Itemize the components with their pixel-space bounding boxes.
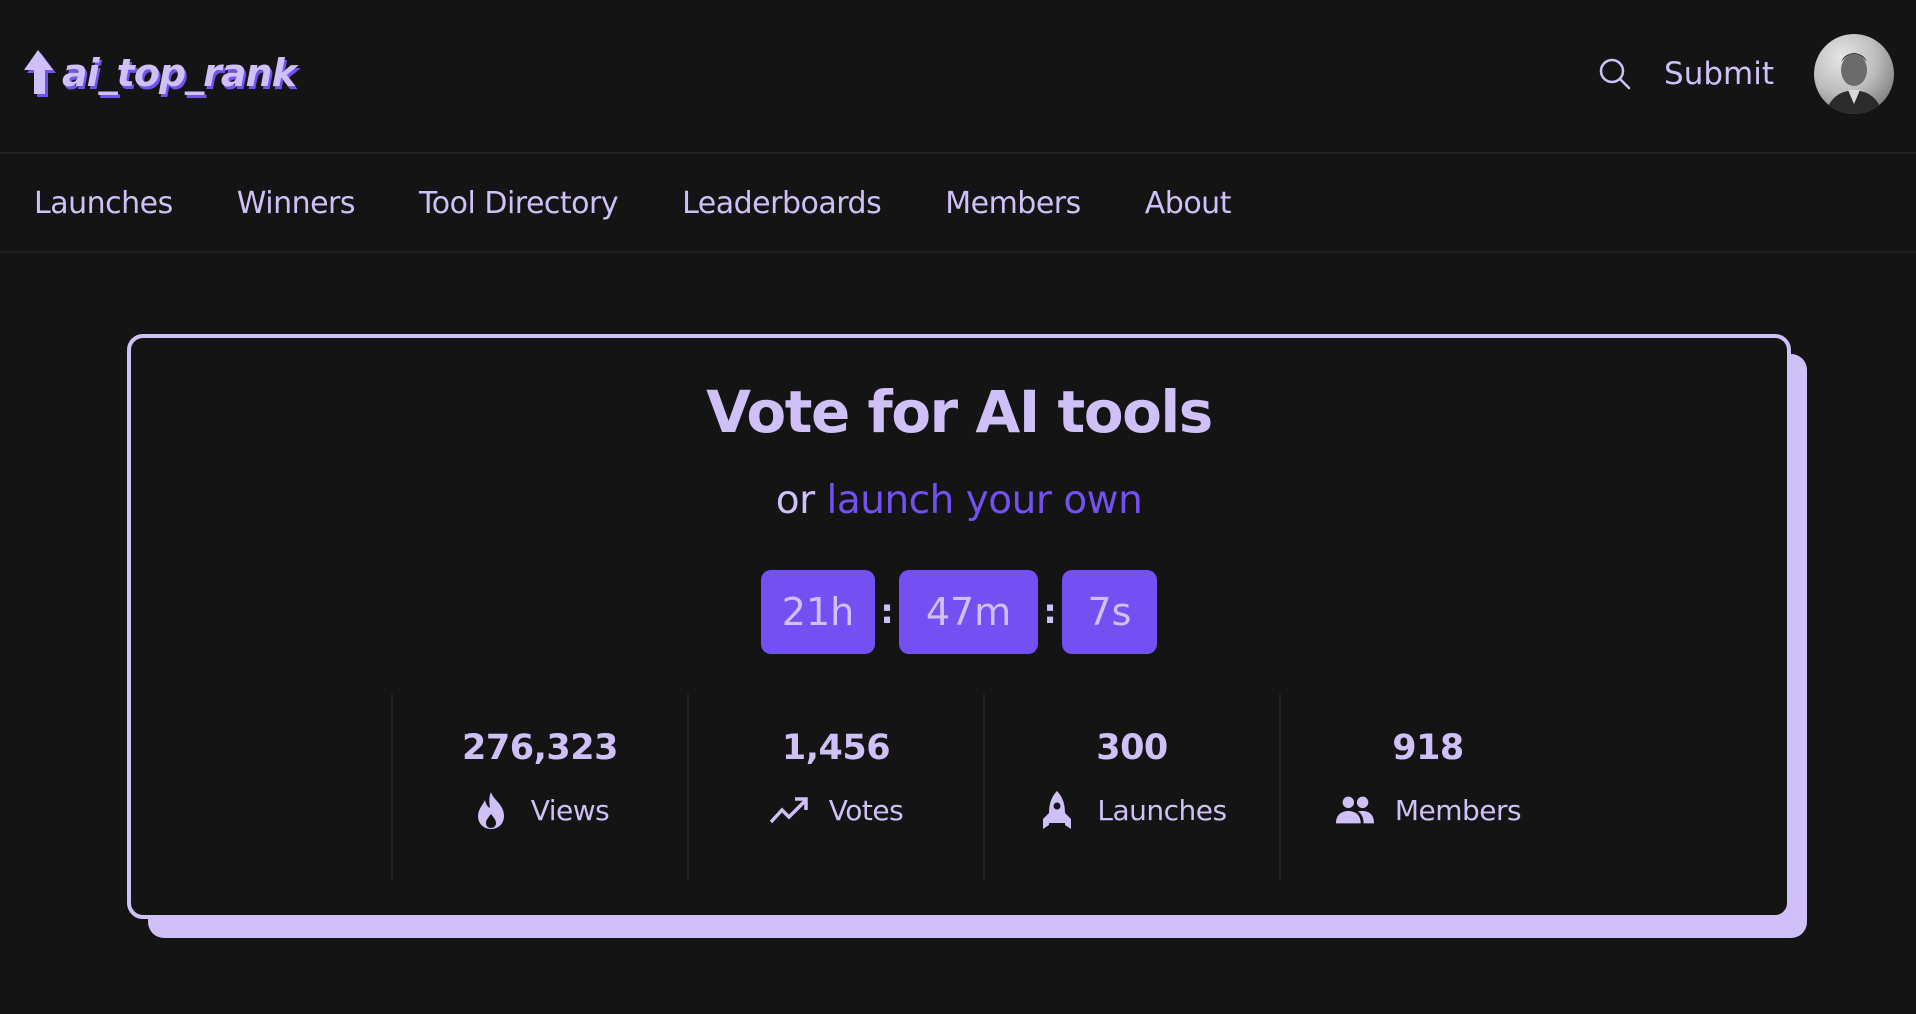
stat-label: Launches: [1097, 793, 1227, 827]
logo-text: ai_top_rank: [62, 51, 297, 95]
hero-subtitle: or launch your own: [131, 478, 1787, 523]
user-avatar[interactable]: [1814, 34, 1894, 114]
stat-members: 918 Members: [1279, 694, 1575, 880]
submit-link[interactable]: Submit: [1664, 56, 1774, 92]
stat-value: 276,323: [462, 728, 618, 768]
search-button[interactable]: [1595, 54, 1635, 94]
stat-label: Views: [530, 793, 610, 827]
rocket-icon: [1037, 790, 1077, 830]
countdown-timer: 21h : 47m : 7s: [131, 570, 1787, 654]
timer-seconds: 7s: [1062, 570, 1157, 654]
subtitle-prefix: or: [775, 478, 827, 523]
nav-about[interactable]: About: [1145, 186, 1232, 221]
stat-views: 276,323 Views: [391, 694, 687, 880]
avatar-image: [1826, 53, 1882, 114]
timer-hours: 21h: [761, 570, 875, 654]
trending-up-icon: [769, 790, 809, 830]
arrow-up-logo-icon: [24, 50, 56, 97]
nav-winners[interactable]: Winners: [237, 186, 356, 221]
timer-separator: :: [880, 592, 894, 632]
stat-value: 918: [1392, 728, 1464, 768]
nav-launches[interactable]: Launches: [34, 186, 173, 221]
stat-value: 300: [1096, 728, 1168, 768]
timer-separator: :: [1043, 592, 1057, 632]
search-icon: [1599, 58, 1631, 90]
header-actions: Submit: [1595, 30, 1916, 118]
hero-card: Vote for AI tools or launch your own 21h…: [127, 334, 1791, 919]
main-nav: Launches Winners Tool Directory Leaderbo…: [0, 156, 1916, 253]
stat-value: 1,456: [781, 728, 891, 768]
stats-row: 276,323 Views 1,456 Votes 300 Launches 9…: [391, 694, 1575, 880]
nav-leaderboards[interactable]: Leaderboards: [682, 186, 882, 221]
stat-votes: 1,456 Votes: [687, 694, 983, 880]
stat-label: Votes: [828, 793, 904, 827]
hero-title: Vote for AI tools: [706, 378, 1213, 446]
users-icon: [1335, 790, 1375, 830]
fire-icon: [471, 790, 511, 830]
site-header: ai_top_rank Submit: [0, 0, 1916, 154]
logo-link[interactable]: ai_top_rank: [20, 48, 297, 98]
timer-minutes: 47m: [899, 570, 1038, 654]
nav-members[interactable]: Members: [945, 186, 1081, 221]
nav-tool-directory[interactable]: Tool Directory: [419, 186, 619, 221]
stat-launches: 300 Launches: [983, 694, 1279, 880]
launch-your-own-link[interactable]: launch your own: [827, 478, 1143, 523]
stat-label: Members: [1394, 793, 1522, 827]
